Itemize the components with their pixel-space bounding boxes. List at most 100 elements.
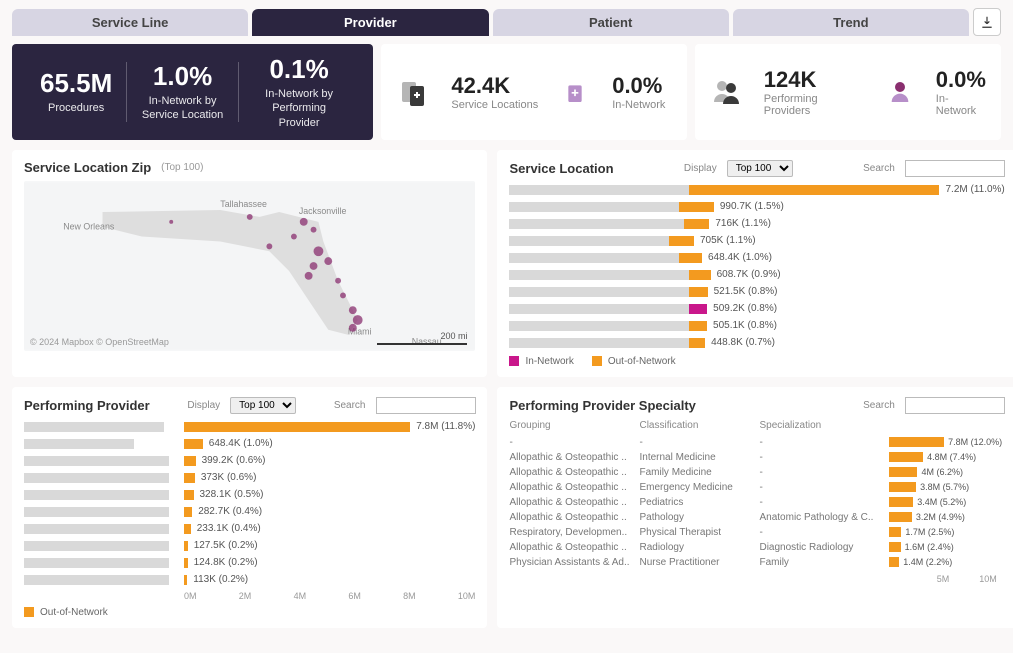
- value-bar: [889, 437, 944, 447]
- bar-label: 3.2M (4.9%): [916, 512, 965, 522]
- value-bar: [184, 541, 188, 551]
- tab-trend[interactable]: Trend: [733, 9, 969, 36]
- tab-patient[interactable]: Patient: [493, 9, 729, 36]
- bar-label: 3.4M (5.2%): [917, 497, 966, 507]
- value-cell: 1.7M (2.5%): [889, 527, 1004, 537]
- tab-bar: Service Line Provider Patient Trend: [12, 8, 1001, 36]
- cell: Allopathic & Osteopathic ..: [509, 452, 639, 463]
- value-bar: [689, 287, 707, 297]
- kpi-label: Service Locations: [451, 99, 538, 111]
- tab-provider[interactable]: Provider: [252, 9, 488, 36]
- bar-label: 448.8K (0.7%): [711, 337, 775, 348]
- cell: Physical Therapist: [639, 527, 759, 538]
- specialty-rows: - - - 7.8M (12.0%) Allopathic & Osteopathic …: [509, 435, 1004, 570]
- bar-row: 648.4K (1.0%): [24, 437, 475, 451]
- bar-row: 124.8K (0.2%): [24, 556, 475, 570]
- value-cell: 7.8M (12.0%): [889, 437, 1004, 447]
- tab-service-line[interactable]: Service Line: [12, 9, 248, 36]
- kpi-value: 0.0%: [936, 67, 987, 93]
- bar-label: 7.8M (12.0%): [948, 437, 1002, 447]
- cell: Physician Assistants & Ad..: [509, 557, 639, 568]
- search-input[interactable]: [376, 397, 476, 414]
- cell: Emergency Medicine: [639, 482, 759, 493]
- cell: Allopathic & Osteopathic ..: [509, 467, 639, 478]
- kpi-procedures-value: 65.5M: [40, 68, 112, 99]
- cell: Family: [759, 557, 889, 568]
- value-cell: 1.4M (2.2%): [889, 557, 1004, 567]
- cell: -: [759, 452, 889, 463]
- category-bar: [509, 202, 679, 212]
- display-label: Display: [684, 163, 717, 174]
- florida-map: Tallahassee Jacksonville New Orleans Mia…: [24, 181, 475, 351]
- kpi-row: 65.5M Procedures 1.0% In-Network by Serv…: [12, 44, 1001, 140]
- swatch-icon: [24, 607, 34, 617]
- bar-label: 282.7K (0.4%): [198, 506, 262, 517]
- kpi-value: 0.1%: [253, 54, 346, 85]
- bar-label: 233.1K (0.4%): [197, 523, 261, 534]
- bar-row: 505.1K (0.8%): [509, 319, 1004, 333]
- display-select[interactable]: Top 100: [230, 397, 296, 414]
- category-bar: [509, 236, 669, 246]
- cell: -: [759, 467, 889, 478]
- table-row: Allopathic & Osteopathic ..Family Medici…: [509, 465, 1004, 480]
- specialty-header: Grouping Classification Specialization: [509, 420, 1004, 431]
- category-bar: [24, 558, 169, 568]
- location-network-icon: [556, 73, 594, 111]
- provider-icon: [709, 73, 746, 111]
- table-row: Allopathic & Osteopathic ..RadiologyDiag…: [509, 540, 1004, 555]
- bar-row: 716K (1.1%): [509, 217, 1004, 231]
- value-bar: [889, 452, 923, 462]
- legend-item: In-Network: [509, 356, 573, 367]
- bar-row: 990.7K (1.5%): [509, 200, 1004, 214]
- legend: In-Network Out-of-Network: [509, 356, 1004, 367]
- cell: Internal Medicine: [639, 452, 759, 463]
- search-input[interactable]: [905, 160, 1005, 177]
- value-cell: 3.2M (4.9%): [889, 512, 1004, 522]
- kpi-label: In-Network: [936, 93, 987, 117]
- map-area[interactable]: Tallahassee Jacksonville New Orleans Mia…: [24, 181, 475, 351]
- bar-label: 7.8M (11.8%): [416, 421, 475, 432]
- cell: Respiratory, Developmen..: [509, 527, 639, 538]
- svg-text:Tallahassee: Tallahassee: [220, 199, 267, 209]
- category-bar: [24, 524, 169, 534]
- cell: Allopathic & Osteopathic ..: [509, 482, 639, 493]
- bar-row: 113K (0.2%): [24, 573, 475, 587]
- bar-label: 1.4M (2.2%): [903, 557, 952, 567]
- provider-network-icon: [881, 73, 918, 111]
- value-bar: [184, 439, 203, 449]
- bar-label: 7.2M (11.0%): [945, 184, 1004, 195]
- legend-item: Out-of-Network: [592, 356, 676, 367]
- value-bar: [184, 422, 410, 432]
- value-bar: [689, 321, 707, 331]
- map-card: Service Location Zip (Top 100) Tallahass…: [12, 150, 487, 377]
- download-button[interactable]: [973, 8, 1001, 36]
- bar-label: 127.5K (0.2%): [194, 540, 258, 551]
- cell: Allopathic & Osteopathic ..: [509, 512, 639, 523]
- category-bar: [24, 456, 169, 466]
- bar-label: 4M (6.2%): [921, 467, 963, 477]
- cell: Radiology: [639, 542, 759, 553]
- category-bar: [24, 422, 164, 432]
- bar-label: 399.2K (0.6%): [202, 455, 266, 466]
- category-bar: [509, 321, 689, 331]
- display-select[interactable]: Top 100: [727, 160, 793, 177]
- table-row: Allopathic & Osteopathic ..Emergency Med…: [509, 480, 1004, 495]
- search-input[interactable]: [905, 397, 1005, 414]
- bar-label: 113K (0.2%): [193, 574, 248, 585]
- chart-title: Performing Provider Specialty: [509, 398, 695, 413]
- category-bar: [509, 287, 689, 297]
- search-label: Search: [334, 400, 366, 411]
- bar-row: 608.7K (0.9%): [509, 268, 1004, 282]
- cell: -: [759, 497, 889, 508]
- svg-text:New Orleans: New Orleans: [63, 222, 115, 232]
- table-row: Physician Assistants & Ad..Nurse Practit…: [509, 555, 1004, 570]
- value-bar: [889, 527, 901, 537]
- cell: Nurse Practitioner: [639, 557, 759, 568]
- cell: Allopathic & Osteopathic ..: [509, 542, 639, 553]
- svg-text:Jacksonville: Jacksonville: [299, 206, 347, 216]
- swatch-icon: [592, 356, 602, 366]
- category-bar: [509, 270, 689, 280]
- category-bar: [24, 541, 169, 551]
- col-classification: Classification: [639, 420, 759, 431]
- bar-row: 705K (1.1%): [509, 234, 1004, 248]
